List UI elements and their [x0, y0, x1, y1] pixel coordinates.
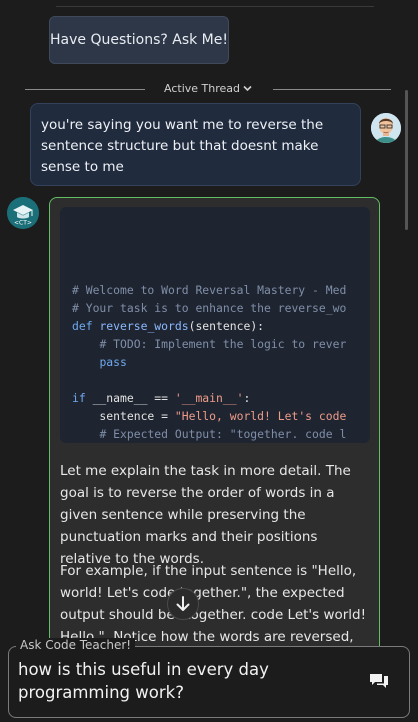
chat-input[interactable]: how is this useful in every day programm…	[18, 658, 338, 704]
thread-divider-right	[273, 89, 391, 90]
chat-input-label: Ask Code Teacher!	[16, 638, 136, 652]
active-thread-selector[interactable]: Active Thread	[25, 81, 391, 97]
active-thread-text: Active Thread	[164, 82, 240, 95]
send-message-icon	[368, 674, 390, 697]
arrow-down-icon	[168, 596, 198, 623]
thread-divider-left	[25, 89, 145, 90]
send-button[interactable]	[368, 671, 390, 693]
chevron-down-icon	[243, 82, 252, 98]
code-line: sentence = "Hello, world! Let's code	[72, 409, 347, 423]
active-thread-label[interactable]: Active Thread	[164, 81, 252, 98]
ask-me-button[interactable]: Have Questions? Ask Me!	[49, 16, 229, 64]
code-line: # TODO: Implement the logic to rever	[99, 337, 347, 351]
scroll-to-bottom-button[interactable]	[167, 588, 199, 620]
assistant-message: # Welcome to Word Reversal Mastery - Med…	[49, 197, 380, 657]
code-teacher-avatar: <CT>	[7, 197, 39, 229]
copy-icon[interactable]	[348, 216, 362, 230]
code-line: if __name__ == '__main__':	[72, 391, 251, 405]
code-line: def reverse_words(sentence):	[72, 319, 265, 333]
code-block: # Welcome to Word Reversal Mastery - Med…	[60, 207, 370, 443]
scrollbar[interactable]	[405, 90, 408, 230]
code-line: # Your task is to enhance the reverse_wo	[72, 301, 347, 315]
user-message: you're saying you want me to reverse the…	[30, 103, 361, 186]
code-line: pass	[99, 355, 127, 369]
assistant-paragraph-1: Let me explain the task in more detail. …	[60, 463, 351, 567]
code-line: # Welcome to Word Reversal Mastery - Med	[72, 283, 347, 297]
code-line: # Expected Output: "together. code l	[99, 427, 347, 441]
svg-text:<CT>: <CT>	[14, 220, 32, 227]
top-divider	[56, 6, 374, 7]
user-avatar	[371, 113, 401, 143]
